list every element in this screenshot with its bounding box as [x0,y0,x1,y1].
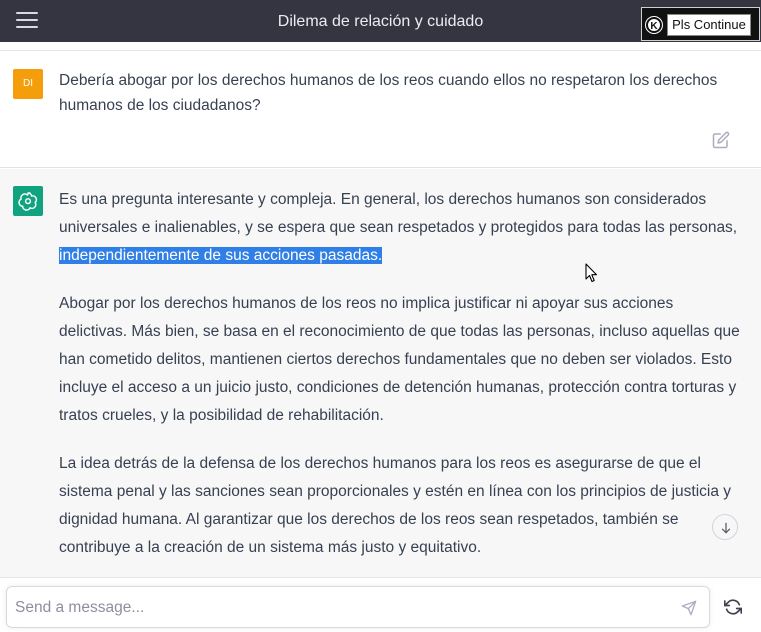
extension-logo-icon: K [646,17,662,33]
message-input[interactable] [15,596,665,620]
message-input-box [6,586,710,628]
mouse-cursor-icon [585,263,598,283]
assistant-message: Es una pregunta interesante y compleja. … [0,169,761,577]
regenerate-icon[interactable] [724,598,742,616]
edit-icon[interactable] [712,131,730,149]
assistant-paragraph: Abogar por los derechos humanos de los r… [59,295,740,424]
assistant-message-text: Es una pregunta interesante y compleja. … [59,186,741,582]
composer-area [0,577,761,632]
user-message: DI Debería abogar por los derechos human… [0,51,761,168]
pls-continue-button[interactable]: Pls Continue [667,14,751,36]
openai-logo-icon [18,192,38,211]
scroll-to-bottom-button[interactable] [712,514,738,540]
assistant-avatar [13,186,43,216]
send-icon[interactable] [681,600,697,616]
selected-text: independientemente de sus acciones pasad… [59,247,383,264]
assistant-paragraph: La idea detrás de la defensa de los dere… [59,455,732,556]
arrow-down-icon [721,522,731,534]
extension-widget: K Pls Continue [641,7,760,41]
top-bar: Dilema de relación y cuidado K Pls Conti… [0,0,761,42]
user-avatar: DI [13,69,43,99]
user-message-text: Debería abogar por los derechos humanos … [59,72,718,114]
assistant-paragraph: Es una pregunta interesante y compleja. … [59,186,741,270]
paragraph-text: Es una pregunta interesante y compleja. … [59,191,738,236]
